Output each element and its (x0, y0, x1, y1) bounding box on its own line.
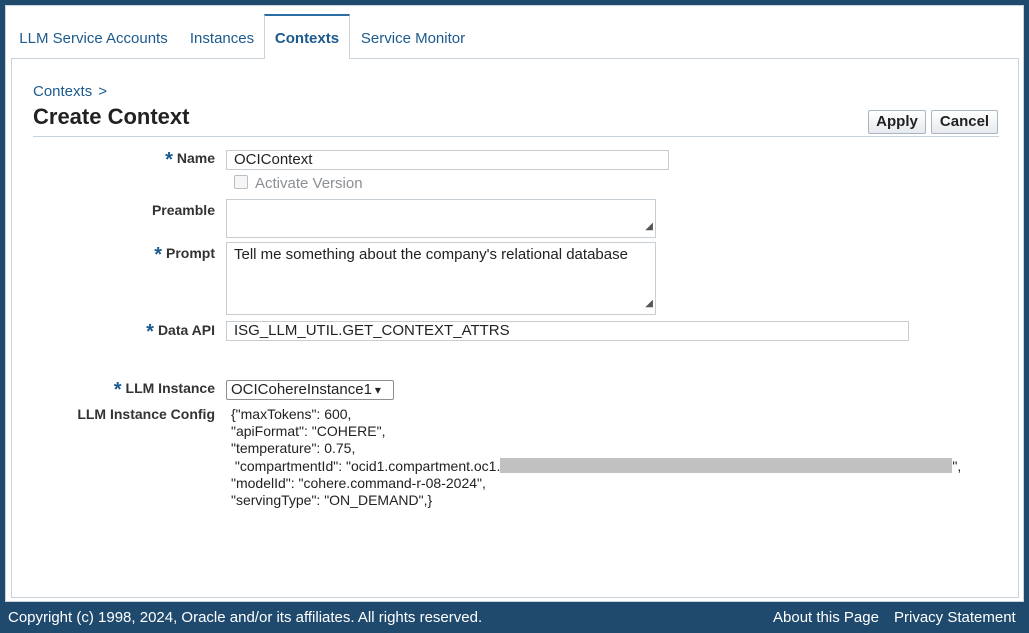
config-line: "servingType": "ON_DEMAND",} (231, 492, 433, 509)
data-api-field[interactable]: ISG_LLM_UTIL.GET_CONTEXT_ATTRS (226, 321, 909, 341)
page-title: Create Context (33, 104, 190, 129)
tab-bar: LLM Service Accounts Instances Contexts … (6, 14, 1023, 59)
tab-service-monitor[interactable]: Service Monitor (356, 14, 470, 58)
prompt-label: * Prompt (154, 244, 215, 266)
preamble-label: Preamble (151, 202, 215, 218)
tab-contexts[interactable]: Contexts (264, 14, 350, 59)
name-label: * Name (165, 149, 215, 171)
about-this-page-link[interactable]: About this Page (773, 604, 879, 632)
activate-version-label: Activate Version (255, 175, 363, 192)
llm-instance-config-value: {"maxTokens": 600, "apiFormat": "COHERE"… (231, 406, 961, 509)
main-frame: LLM Service Accounts Instances Contexts … (5, 5, 1024, 602)
privacy-statement-link[interactable]: Privacy Statement (894, 604, 1016, 632)
required-indicator: * (113, 379, 122, 401)
data-api-label: * Data API (146, 321, 215, 343)
llm-instance-select[interactable]: OCICohereInstance1 ▾ (226, 380, 394, 400)
required-indicator: * (165, 149, 173, 171)
activate-version-checkbox[interactable] (234, 175, 248, 189)
footer: Copyright (c) 1998, 2024, Oracle and/or … (0, 604, 1029, 633)
llm-instance-config-label: LLM Instance Config (77, 406, 215, 422)
copyright-text: Copyright (c) 1998, 2024, Oracle and/or … (8, 609, 483, 626)
config-line: "compartmentId": "ocid1.compartment.oc1. (231, 457, 501, 474)
breadcrumb: Contexts > (33, 83, 107, 100)
resize-handle-icon[interactable]: ◢ (645, 295, 653, 313)
prompt-textarea[interactable]: Tell me something about the company's re… (226, 242, 656, 315)
cancel-button[interactable]: Cancel (931, 110, 998, 134)
redacted-block (500, 457, 953, 473)
config-line: "temperature": 0.75, (231, 440, 356, 457)
name-field[interactable]: OCIContext (226, 150, 669, 170)
config-line: "apiFormat": "COHERE", (231, 423, 386, 440)
required-indicator: * (146, 321, 154, 343)
breadcrumb-link-contexts[interactable]: Contexts (33, 83, 92, 100)
config-line-suffix: ", (952, 457, 962, 474)
breadcrumb-separator: > (98, 83, 107, 100)
required-indicator: * (154, 244, 162, 266)
content-panel: Contexts > Create Context Apply Cancel * N… (11, 58, 1019, 598)
activate-version-row: Activate Version (234, 175, 363, 192)
config-line: "modelId": "cohere.command-r-08-2024", (231, 474, 486, 491)
preamble-textarea[interactable]: ◢ (226, 199, 656, 238)
config-line: {"maxTokens": 600, (231, 406, 352, 422)
chevron-down-icon: ▾ (374, 383, 381, 397)
tab-instances[interactable]: Instances (182, 14, 262, 58)
llm-instance-label: * LLM Instance (113, 379, 215, 401)
resize-handle-icon[interactable]: ◢ (645, 218, 653, 236)
title-divider (33, 136, 999, 137)
apply-button[interactable]: Apply (868, 110, 926, 134)
tab-llm-service-accounts[interactable]: LLM Service Accounts (13, 14, 174, 58)
